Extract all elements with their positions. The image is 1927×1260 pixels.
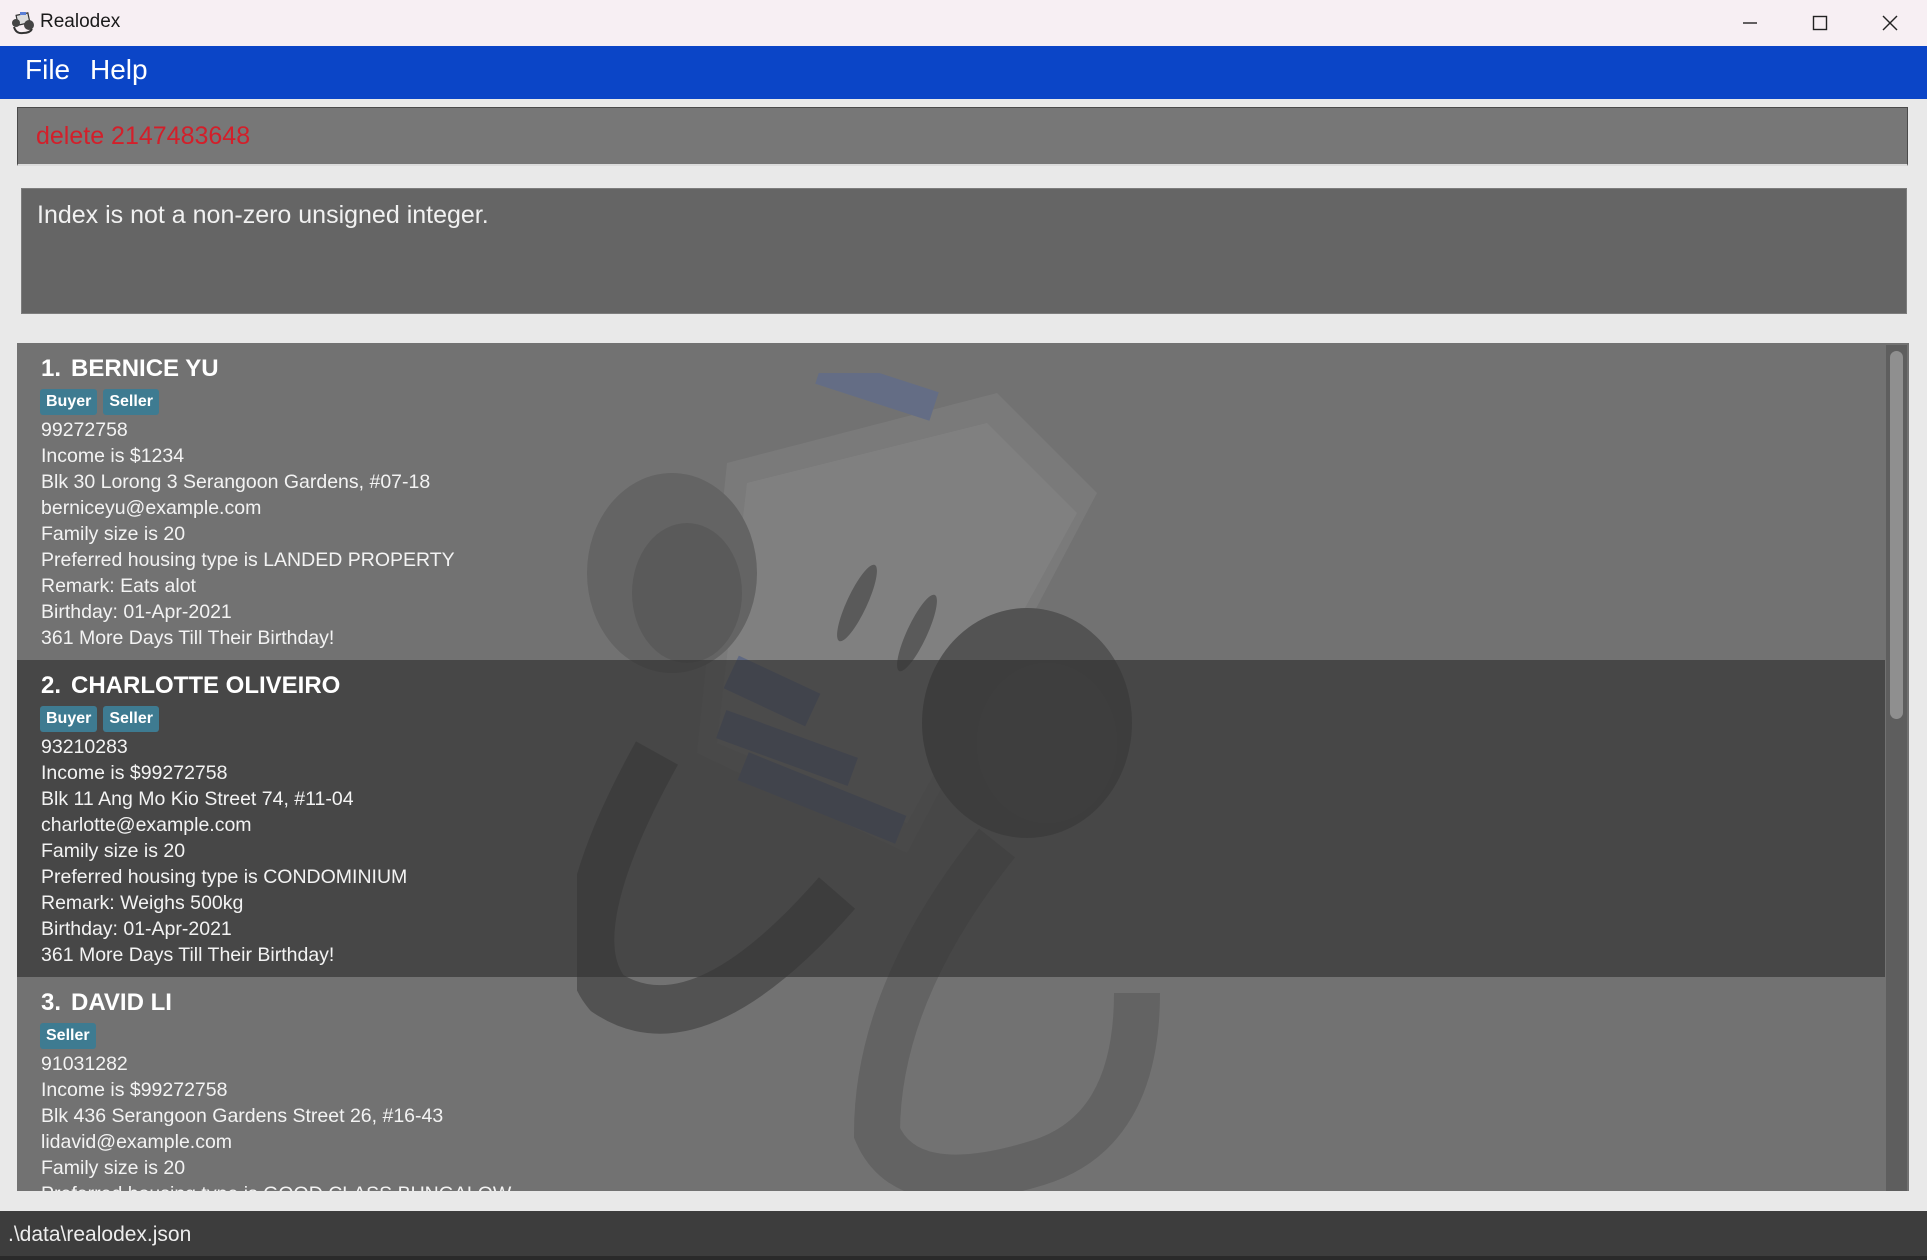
data-file-path: .\data\realodex.json [8, 1223, 192, 1246]
person-address: Blk 436 Serangoon Gardens Street 26, #16… [41, 1105, 444, 1127]
person-housing-type: Preferred housing type is GOOD CLASS BUN… [41, 1183, 511, 1191]
person-address: Blk 30 Lorong 3 Serangoon Gardens, #07-1… [41, 471, 431, 493]
person-name-text: CHARLOTTE OLIVEIRO [71, 672, 341, 699]
status-bar: .\data\realodex.json [0, 1211, 1927, 1260]
person-card[interactable]: 1. BERNICE YU Buyer Seller 99272758 Income… [17, 343, 1885, 660]
maximize-button[interactable] [1785, 0, 1855, 46]
person-name: 2. CHARLOTTE OLIVEIRO [41, 672, 340, 700]
result-message: Index is not a non-zero unsigned integer… [37, 201, 489, 229]
command-input[interactable]: delete 2147483648 [36, 122, 250, 151]
tag-list: Buyer Seller [40, 389, 165, 415]
list-scrollbar[interactable] [1886, 345, 1907, 1191]
person-card[interactable]: 2. CHARLOTTE OLIVEIRO Buyer Seller 9321028… [17, 660, 1885, 977]
person-name: 1. BERNICE YU [41, 355, 219, 383]
person-birthday: Birthday: 01-Apr-2021 [41, 918, 232, 940]
menu-file[interactable]: File [25, 54, 70, 86]
person-income: Income is $99272758 [41, 1079, 228, 1101]
tag-list: Buyer Seller [40, 706, 165, 732]
person-email: lidavid@example.com [41, 1131, 233, 1153]
person-list[interactable]: 1. BERNICE YU Buyer Seller 99272758 Income… [17, 343, 1909, 1191]
person-email: berniceyu@example.com [41, 497, 262, 519]
app-logo-icon [10, 11, 36, 35]
person-housing-type: Preferred housing type is LANDED PROPERT… [41, 549, 455, 571]
person-name-text: BERNICE YU [71, 355, 219, 382]
person-phone: 93210283 [41, 736, 128, 758]
person-birthday-countdown: 361 More Days Till Their Birthday! [41, 627, 335, 649]
minimize-icon [1743, 22, 1757, 24]
person-income: Income is $1234 [41, 445, 185, 467]
person-index: 2. [41, 672, 62, 699]
minimize-button[interactable] [1715, 0, 1785, 46]
person-email: charlotte@example.com [41, 814, 252, 836]
tag-buyer: Buyer [40, 706, 98, 732]
scrollbar-thumb[interactable] [1890, 351, 1903, 719]
maximize-icon [1812, 15, 1828, 31]
person-name: 3. DAVID LI [41, 989, 172, 1017]
person-phone: 99272758 [41, 419, 128, 441]
tag-seller: Seller [103, 389, 159, 415]
person-name-text: DAVID LI [71, 989, 172, 1016]
person-card[interactable]: 3. DAVID LI Seller 91031282 Income is $99… [17, 977, 1885, 1191]
close-button[interactable] [1855, 0, 1925, 46]
person-birthday-countdown: 361 More Days Till Their Birthday! [41, 944, 335, 966]
person-income: Income is $99272758 [41, 762, 228, 784]
person-remark: Remark: Weighs 500kg [41, 892, 244, 914]
close-icon [1882, 15, 1898, 31]
window-title: Realodex [40, 11, 121, 32]
person-family-size: Family size is 20 [41, 523, 186, 545]
person-address: Blk 11 Ang Mo Kio Street 74, #11-04 [41, 788, 354, 810]
person-housing-type: Preferred housing type is CONDOMINIUM [41, 866, 408, 888]
person-family-size: Family size is 20 [41, 1157, 186, 1179]
command-box[interactable]: delete 2147483648 [17, 107, 1908, 166]
person-family-size: Family size is 20 [41, 840, 186, 862]
menu-help[interactable]: Help [90, 54, 148, 86]
person-remark: Remark: Eats alot [41, 575, 196, 597]
tag-list: Seller [40, 1023, 102, 1049]
tag-seller: Seller [40, 1023, 96, 1049]
tag-seller: Seller [103, 706, 159, 732]
person-birthday: Birthday: 01-Apr-2021 [41, 601, 232, 623]
person-index: 3. [41, 989, 62, 1016]
title-bar: Realodex [0, 0, 1927, 46]
person-index: 1. [41, 355, 62, 382]
tag-buyer: Buyer [40, 389, 98, 415]
person-phone: 91031282 [41, 1053, 128, 1075]
result-display: Index is not a non-zero unsigned integer… [21, 188, 1907, 314]
menu-bar: File Help [0, 46, 1927, 99]
status-divider [0, 1256, 1927, 1260]
